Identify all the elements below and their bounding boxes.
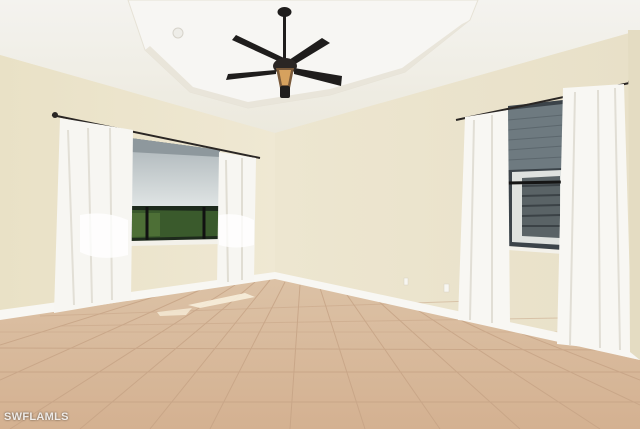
- watermark: SWFLAMLS: [4, 411, 69, 423]
- smoke-detector: [172, 27, 184, 39]
- wall-outlet: [443, 283, 450, 293]
- curtain-right-outer: [557, 84, 632, 352]
- left-window: [130, 138, 220, 246]
- room-photo: [0, 0, 640, 429]
- right-window: [507, 100, 564, 254]
- curtain-right-inner: [458, 110, 510, 325]
